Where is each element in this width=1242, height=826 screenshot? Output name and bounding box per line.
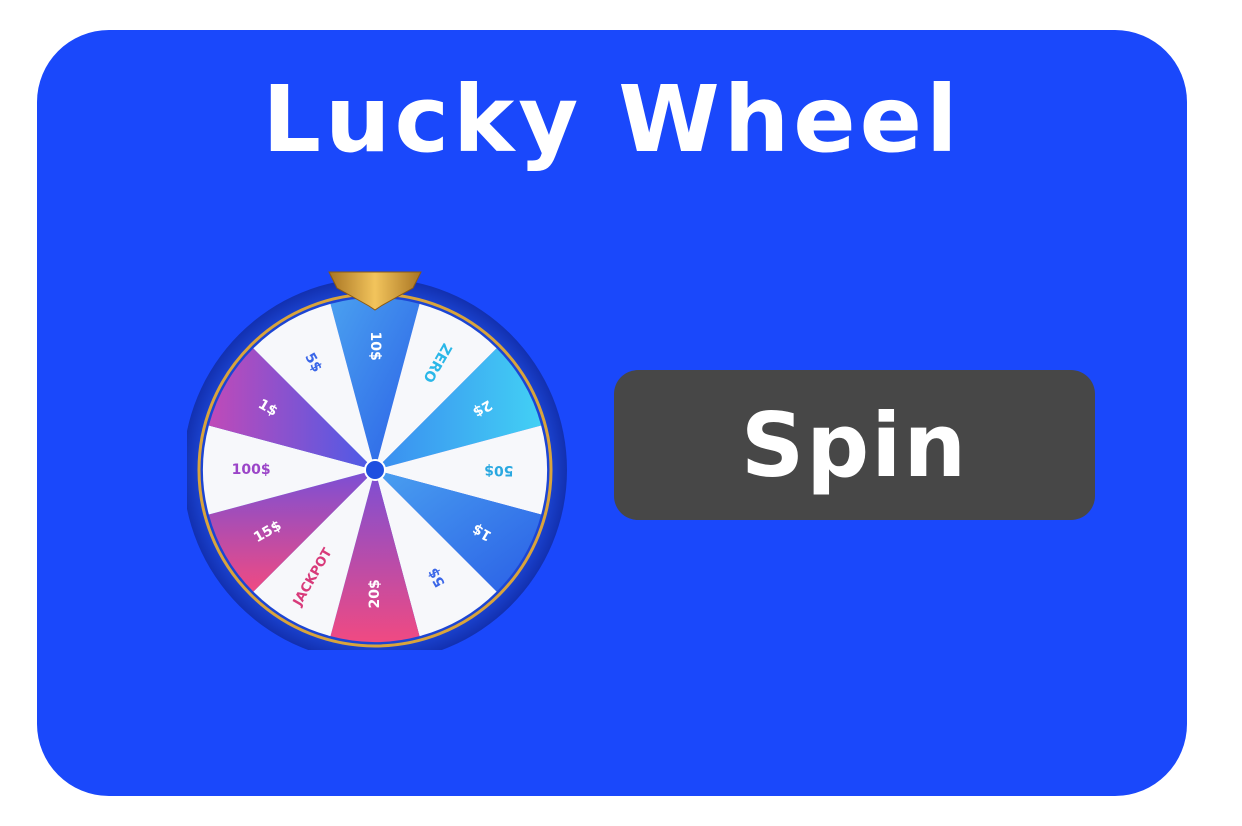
- game-title: Lucky Wheel: [262, 66, 962, 173]
- spin-button[interactable]: Spin: [614, 370, 1095, 520]
- wheel-segment-label: 10$: [367, 332, 383, 361]
- wheel-hub: [364, 459, 386, 481]
- lucky-wheel[interactable]: 10$ ZERO 2$ 50$ 1$ 5$ 20$ JACKPOT 15$ 100$ 1$ 5$: [183, 230, 587, 662]
- wheel-segment-label: 20$: [367, 579, 383, 608]
- wheel-segment-label: 100$: [232, 462, 271, 478]
- game-card: Lucky Wheel 10$ ZERO 2$ 50$ 1$ 5$ 20$ JA…: [37, 30, 1187, 796]
- wheel-segment-label: 50$: [484, 462, 513, 478]
- wheel-graphic: 10$ ZERO2$50$1$5$20$JACKPOT15$100$1$5$: [183, 271, 567, 662]
